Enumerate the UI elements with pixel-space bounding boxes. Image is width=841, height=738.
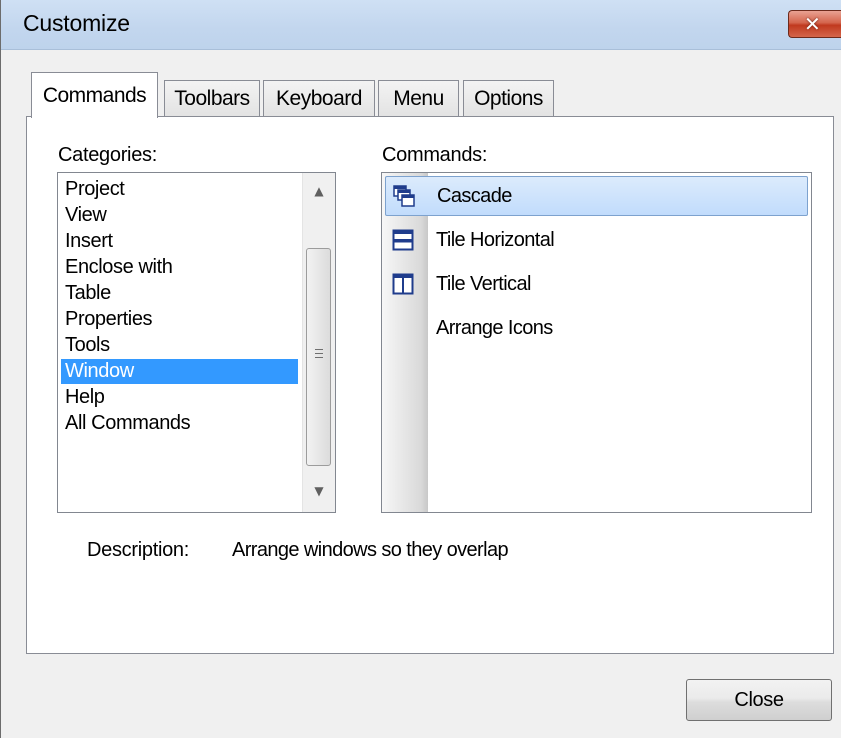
- category-properties[interactable]: Properties: [61, 307, 298, 332]
- category-help[interactable]: Help: [61, 385, 298, 410]
- tab-toolbars[interactable]: Toolbars: [164, 80, 260, 116]
- scroll-up-icon[interactable]: ▲: [303, 179, 335, 203]
- customize-dialog: Customize ✕ Commands Toolbars Keyboard M…: [0, 0, 841, 738]
- category-window[interactable]: Window: [61, 359, 298, 384]
- scroll-down-icon[interactable]: ▼: [303, 479, 335, 503]
- category-all-commands[interactable]: All Commands: [61, 411, 298, 436]
- categories-label: Categories:: [58, 144, 157, 166]
- category-view[interactable]: View: [61, 203, 298, 228]
- command-label: Arrange Icons: [436, 317, 553, 339]
- command-label: Cascade: [437, 185, 512, 207]
- categories-listbox[interactable]: Project View Insert Enclose with Table P…: [57, 172, 336, 513]
- category-insert[interactable]: Insert: [61, 229, 298, 254]
- window-title: Customize: [23, 10, 130, 36]
- close-window-button[interactable]: ✕: [788, 10, 841, 38]
- tab-commands[interactable]: Commands: [31, 72, 158, 118]
- title-bar[interactable]: Customize ✕: [1, 0, 841, 50]
- commands-tab-panel: Categories: Project View Insert Enclose …: [26, 116, 834, 654]
- close-button[interactable]: Close: [686, 679, 832, 721]
- scroll-thumb[interactable]: [306, 248, 331, 466]
- close-icon: ✕: [804, 12, 821, 36]
- commands-label: Commands:: [382, 144, 488, 166]
- categories-scrollbar[interactable]: ▲ ▼: [302, 173, 335, 512]
- tab-menu[interactable]: Menu: [378, 80, 459, 116]
- category-table[interactable]: Table: [61, 281, 298, 306]
- category-project[interactable]: Project: [61, 177, 298, 202]
- tab-options[interactable]: Options: [463, 80, 554, 116]
- category-tools[interactable]: Tools: [61, 333, 298, 358]
- description-value: Arrange windows so they overlap: [232, 539, 509, 561]
- cascade-windows-icon: [393, 185, 415, 207]
- command-arrange-icons[interactable]: Arrange Icons: [385, 309, 808, 349]
- command-tile-horizontal[interactable]: Tile Horizontal: [385, 221, 808, 261]
- command-cascade[interactable]: Cascade: [385, 176, 808, 216]
- description-label: Description:: [87, 539, 189, 561]
- commands-listbox[interactable]: Cascade Tile Horizontal Tile Vertical Ar…: [381, 172, 812, 513]
- tile-horizontal-icon: [392, 229, 414, 251]
- tile-vertical-icon: [392, 273, 414, 295]
- command-label: Tile Horizontal: [436, 229, 555, 251]
- command-label: Tile Vertical: [436, 273, 531, 295]
- tab-keyboard[interactable]: Keyboard: [263, 80, 375, 116]
- category-enclose-with[interactable]: Enclose with: [61, 255, 298, 280]
- command-tile-vertical[interactable]: Tile Vertical: [385, 265, 808, 305]
